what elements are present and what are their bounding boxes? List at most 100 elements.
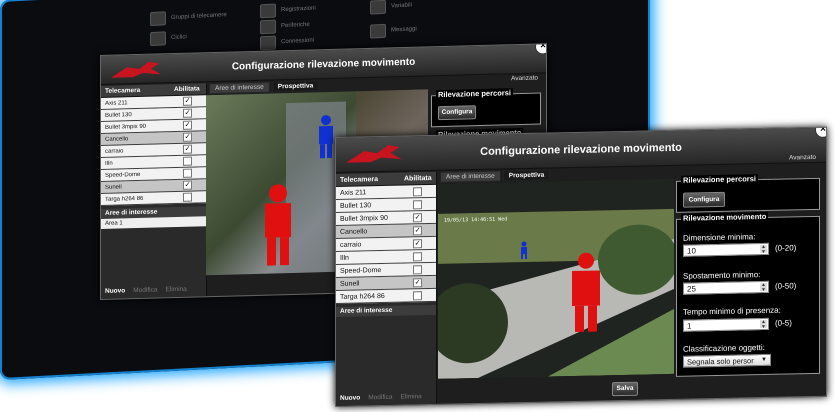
min-movement-stepper[interactable]: 25 ▲ ▼ xyxy=(683,280,769,295)
camera-sidebar: Telecamera Abilitata Axis 211 Bullet 130 B… xyxy=(336,171,437,406)
tab-perspective[interactable]: Prospettiva xyxy=(502,169,551,182)
column-header-enabled: Abilitata xyxy=(404,174,432,183)
view-tabs: Aree di interesse Prospettiva xyxy=(440,169,551,183)
table-row[interactable]: Targa h264 86 xyxy=(336,288,436,304)
chevron-down-icon: ▼ xyxy=(761,356,767,364)
motion-panel: Rilevazione movimento Dimensione minima:… xyxy=(676,211,820,377)
cycle-icon xyxy=(150,31,166,47)
enabled-checkbox[interactable] xyxy=(413,290,422,300)
table-row[interactable]: Targa h264 86 xyxy=(101,191,206,206)
enabled-checkbox[interactable]: ✓ xyxy=(413,225,422,235)
camera-name: Targa h264 86 xyxy=(105,195,144,203)
taskbar-item[interactable]: Registrazioni xyxy=(260,1,316,19)
enabled-checkbox[interactable] xyxy=(183,168,192,178)
classification-select[interactable]: Segnala solo persor ▼ xyxy=(683,353,771,368)
brand-logo-icon xyxy=(111,61,161,78)
configure-button[interactable]: Configura xyxy=(683,191,725,208)
gear-icon xyxy=(260,19,276,35)
camera-name: Cancello xyxy=(340,227,368,236)
min-movement-label: Spostamento minimo: xyxy=(683,270,761,281)
camera-name: Sunell xyxy=(340,279,360,288)
recording-icon xyxy=(260,3,276,19)
stepper-arrows-icon[interactable]: ▲ ▼ xyxy=(760,244,767,255)
save-button[interactable]: Salva xyxy=(612,381,638,397)
edit-button[interactable]: Modifica xyxy=(368,394,392,402)
camera-name: Axis 211 xyxy=(105,99,128,107)
enabled-checkbox[interactable]: ✓ xyxy=(413,238,422,248)
paths-panel: Rilevazione percorsi Configura xyxy=(431,88,541,128)
message-icon xyxy=(370,23,386,39)
stepper-arrows-icon[interactable]: ▲ ▼ xyxy=(760,319,767,330)
window-title: Configurazione rilevazione movimento xyxy=(480,141,682,158)
enabled-checkbox[interactable]: ✓ xyxy=(183,120,192,130)
area-list-item[interactable]: Area 1 xyxy=(101,216,206,229)
enabled-checkbox[interactable]: ✓ xyxy=(183,144,192,154)
taskbar-item[interactable]: Variabili xyxy=(370,0,412,15)
enabled-checkbox[interactable]: ✓ xyxy=(183,108,192,118)
edit-button[interactable]: Modifica xyxy=(133,286,157,294)
enabled-checkbox[interactable]: ✓ xyxy=(413,212,422,222)
camera-name: Axis 211 xyxy=(340,188,367,197)
tab-areas[interactable]: Aree di interesse xyxy=(440,170,501,183)
camera-name: Speed-Dome xyxy=(340,266,382,275)
enabled-checkbox[interactable] xyxy=(413,186,422,196)
classification-label: Classificazione oggetti: xyxy=(683,342,765,354)
camera-name: Illn xyxy=(105,160,113,167)
column-header-camera: Telecamera xyxy=(340,175,379,184)
advanced-toggle[interactable]: Avanzato xyxy=(511,75,538,83)
camera-name: carraio xyxy=(105,147,124,155)
enabled-checkbox[interactable]: ✓ xyxy=(413,277,422,287)
min-size-stepper[interactable]: 10 ▲ ▼ xyxy=(683,242,769,257)
enabled-checkbox[interactable] xyxy=(183,156,192,166)
min-presence-stepper[interactable]: 1 ▲ ▼ xyxy=(683,317,769,332)
delete-button[interactable]: Elimina xyxy=(400,393,421,400)
camera-preview[interactable]: 19/05/13 14:46:51 Wed xyxy=(438,178,674,379)
enabled-checkbox[interactable]: ✓ xyxy=(183,132,192,142)
taskbar-item[interactable]: Gruppi di telecamere xyxy=(150,8,227,27)
enabled-checkbox[interactable] xyxy=(413,199,422,209)
camera-group-icon xyxy=(150,11,166,27)
enabled-checkbox[interactable]: ✓ xyxy=(183,96,192,106)
window-titlebar: Configurazione rilevazione movimento xyxy=(336,127,826,173)
enabled-checkbox[interactable] xyxy=(183,192,192,202)
column-header-camera: Telecamera xyxy=(105,86,141,95)
area-actions: Nuovo Modifica Elimina xyxy=(340,393,422,402)
paths-panel: Rilevazione percorsi Configura xyxy=(676,174,820,213)
new-button[interactable]: Nuovo xyxy=(340,394,360,401)
camera-name: Sunell xyxy=(105,183,122,191)
delete-button[interactable]: Elimina xyxy=(165,286,186,294)
front-config-window: Configurazione rilevazione movimento × T… xyxy=(335,126,827,408)
area-actions: Nuovo Modifica Elimina xyxy=(105,286,187,295)
enabled-checkbox[interactable] xyxy=(413,251,422,261)
taskbar-item[interactable]: Ciclici xyxy=(150,30,187,47)
configure-button[interactable]: Configura xyxy=(438,105,476,121)
enabled-checkbox[interactable] xyxy=(413,264,422,274)
stepper-arrows-icon[interactable]: ▲ ▼ xyxy=(760,282,767,293)
tab-perspective[interactable]: Prospettiva xyxy=(271,80,320,93)
advanced-toggle[interactable]: Avanzato xyxy=(789,154,816,162)
taskbar-item[interactable]: Connessioni xyxy=(260,34,314,51)
min-size-range: (0-20) xyxy=(775,243,797,253)
camera-name: Targa h264 86 xyxy=(340,292,385,301)
min-presence-label: Tempo minimo di presenza: xyxy=(683,305,781,317)
camera-name: carraio xyxy=(340,240,362,249)
camera-name: Speed-Dome xyxy=(105,171,141,179)
brand-logo-icon xyxy=(346,145,402,163)
camera-name: Bullet 3mpix 90 xyxy=(105,123,147,131)
enabled-checkbox[interactable]: ✓ xyxy=(183,180,192,190)
column-header-enabled: Abilitata xyxy=(174,85,200,94)
camera-name: Bullet 130 xyxy=(340,201,372,210)
camera-name: Bullet 130 xyxy=(105,111,132,119)
camera-name: Illn xyxy=(340,254,349,262)
new-button[interactable]: Nuovo xyxy=(105,287,125,295)
paths-title: Rilevazione percorsi xyxy=(436,88,513,100)
min-movement-range: (0-50) xyxy=(775,281,797,291)
variables-icon xyxy=(370,0,386,15)
tab-areas[interactable]: Aree di interesse xyxy=(209,81,270,95)
min-presence-range: (0-5) xyxy=(775,318,792,328)
areas-header: Aree di interesse xyxy=(336,304,436,317)
gear-icon xyxy=(260,35,276,51)
taskbar-item[interactable]: Messaggi xyxy=(370,22,417,39)
taskbar-item[interactable]: Periferiche xyxy=(260,18,310,35)
motion-title: Rilevazione movimento xyxy=(681,211,769,223)
